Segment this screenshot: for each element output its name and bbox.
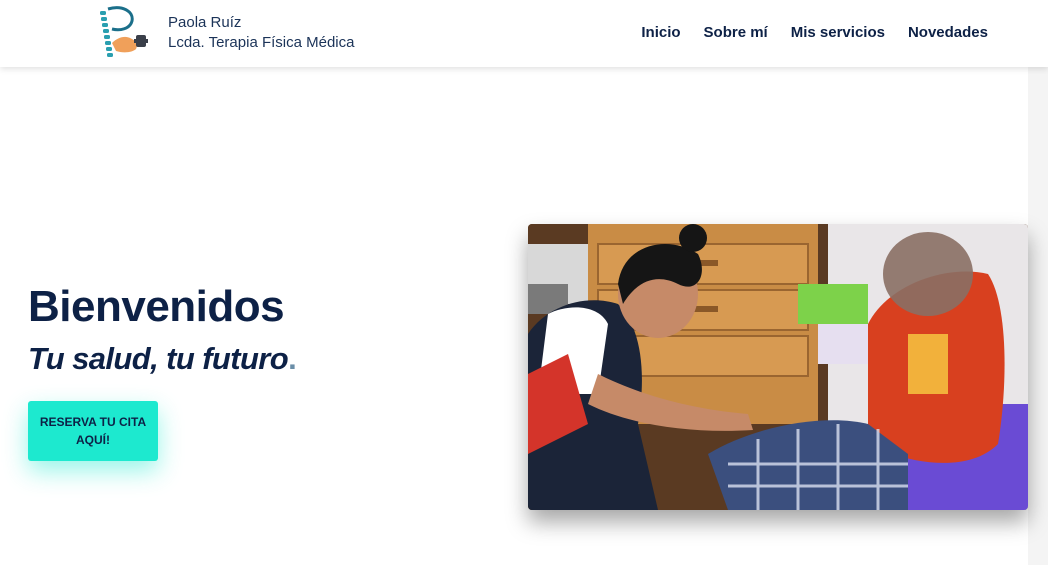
brand-name: Paola Ruíz	[168, 14, 242, 31]
hero-subtitle: Tu salud, tu futuro.	[28, 340, 297, 378]
logo-icon[interactable]	[92, 3, 150, 61]
brand-title: Lcda. Terapia Física Médica	[168, 34, 355, 51]
cta-line-2: AQUÍ!	[76, 433, 110, 447]
hero-subtitle-text: Tu salud, tu futuro	[28, 341, 289, 376]
nav-sobre-mi[interactable]: Sobre mí	[704, 23, 768, 43]
hero-subtitle-dot: .	[288, 341, 297, 376]
nav-inicio[interactable]: Inicio	[641, 23, 680, 43]
hero-title: Bienvenidos	[28, 282, 285, 331]
nav-novedades[interactable]: Novedades	[908, 23, 988, 43]
site-header: Paola Ruíz Lcda. Terapia Física Médica I…	[0, 0, 1048, 67]
cta-line-1: RESERVA TU CITA	[39, 415, 147, 429]
scrollbar-track[interactable]	[1028, 67, 1048, 565]
book-appointment-button[interactable]: RESERVA TU CITA AQUÍ!	[28, 401, 158, 461]
main-nav: Inicio Sobre mí Mis servicios Novedades	[641, 23, 988, 43]
nav-mis-servicios[interactable]: Mis servicios	[791, 23, 885, 43]
therapy-session-photo	[528, 224, 1028, 510]
